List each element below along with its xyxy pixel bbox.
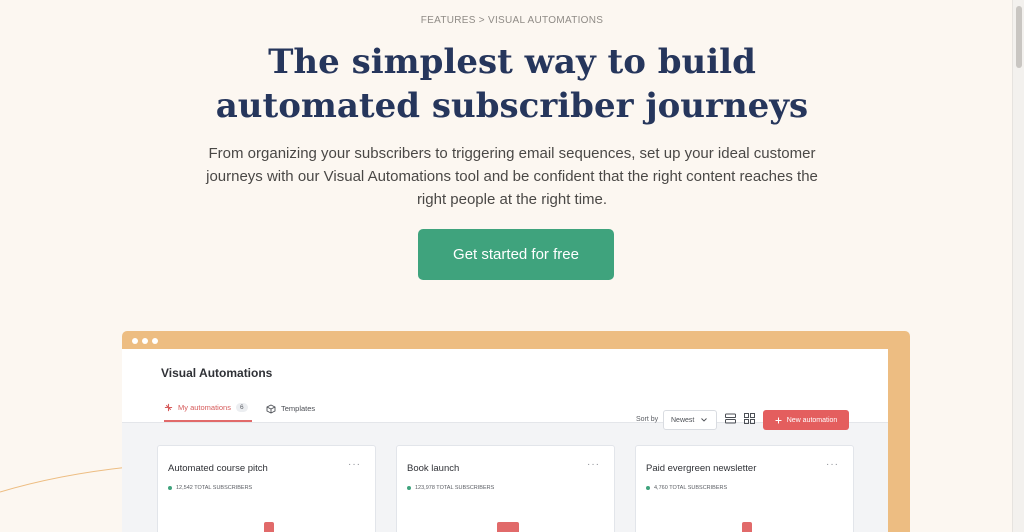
automation-card[interactable]: Book launch ··· 123,978 TOTAL SUBSCRIBER… [396, 445, 615, 532]
card-title: Paid evergreen newsletter [646, 463, 757, 474]
app-header: Visual Automations My automations 6 Temp… [122, 349, 888, 430]
get-started-button[interactable]: Get started for free [418, 229, 614, 280]
automation-card[interactable]: Automated course pitch ··· 12,542 TOTAL … [157, 445, 376, 532]
card-subscriber-count: 4,760 TOTAL SUBSCRIBERS [646, 485, 727, 491]
automation-icon [164, 403, 173, 412]
tab-my-automations[interactable]: My automations 6 [164, 395, 252, 422]
sort-select[interactable]: Newest [663, 410, 717, 430]
breadcrumb[interactable]: FEATURES > VISUAL AUTOMATIONS [0, 15, 1024, 26]
hero-subtitle: From organizing your subscribers to trig… [206, 145, 818, 208]
app-title: Visual Automations [161, 366, 273, 380]
automation-count-badge: 6 [235, 403, 248, 412]
automation-node [264, 522, 274, 532]
window-dots [132, 338, 158, 344]
automation-card[interactable]: Paid evergreen newsletter ··· 4,760 TOTA… [635, 445, 854, 532]
grid-view-toggle[interactable] [744, 413, 755, 424]
subscriber-count-text: 123,978 TOTAL SUBSCRIBERS [415, 485, 495, 491]
subscriber-count-text: 4,760 TOTAL SUBSCRIBERS [654, 485, 728, 491]
automation-node [497, 522, 519, 532]
grid-view-icon [744, 413, 755, 424]
tab-label: My automations [178, 403, 231, 412]
status-dot [407, 486, 411, 490]
app-window: Visual Automations My automations 6 Temp… [122, 349, 888, 532]
list-view-toggle[interactable] [725, 413, 736, 424]
chevron-down-icon [701, 418, 708, 422]
sort-label: Sort by [636, 416, 659, 423]
status-dot [168, 486, 172, 490]
new-automation-label: New automation [786, 416, 838, 424]
page-scrollbar[interactable] [1012, 0, 1024, 532]
more-options-icon[interactable]: ··· [348, 459, 361, 470]
tab-templates[interactable]: Templates [266, 395, 315, 422]
status-dot [646, 486, 650, 490]
card-title: Book launch [407, 463, 460, 474]
more-options-icon[interactable]: ··· [826, 459, 839, 470]
new-automation-button[interactable]: New automation [763, 410, 849, 430]
plus-icon [775, 417, 782, 423]
more-options-icon[interactable]: ··· [587, 459, 600, 470]
hero-title: The simplest way to build automated subs… [215, 42, 809, 126]
app-preview-frame: Visual Automations My automations 6 Temp… [122, 331, 910, 532]
card-title: Automated course pitch [168, 463, 268, 474]
list-view-icon [725, 413, 736, 424]
card-subscriber-count: 123,978 TOTAL SUBSCRIBERS [407, 485, 494, 491]
tab-label: Templates [281, 404, 316, 413]
card-subscriber-count: 12,542 TOTAL SUBSCRIBERS [168, 485, 252, 491]
subscriber-count-text: 12,542 TOTAL SUBSCRIBERS [176, 485, 253, 491]
sort-value: Newest [671, 416, 695, 424]
automation-node [742, 522, 752, 532]
automation-cards: Automated course pitch ··· 12,542 TOTAL … [157, 445, 854, 532]
cube-icon [266, 403, 276, 414]
